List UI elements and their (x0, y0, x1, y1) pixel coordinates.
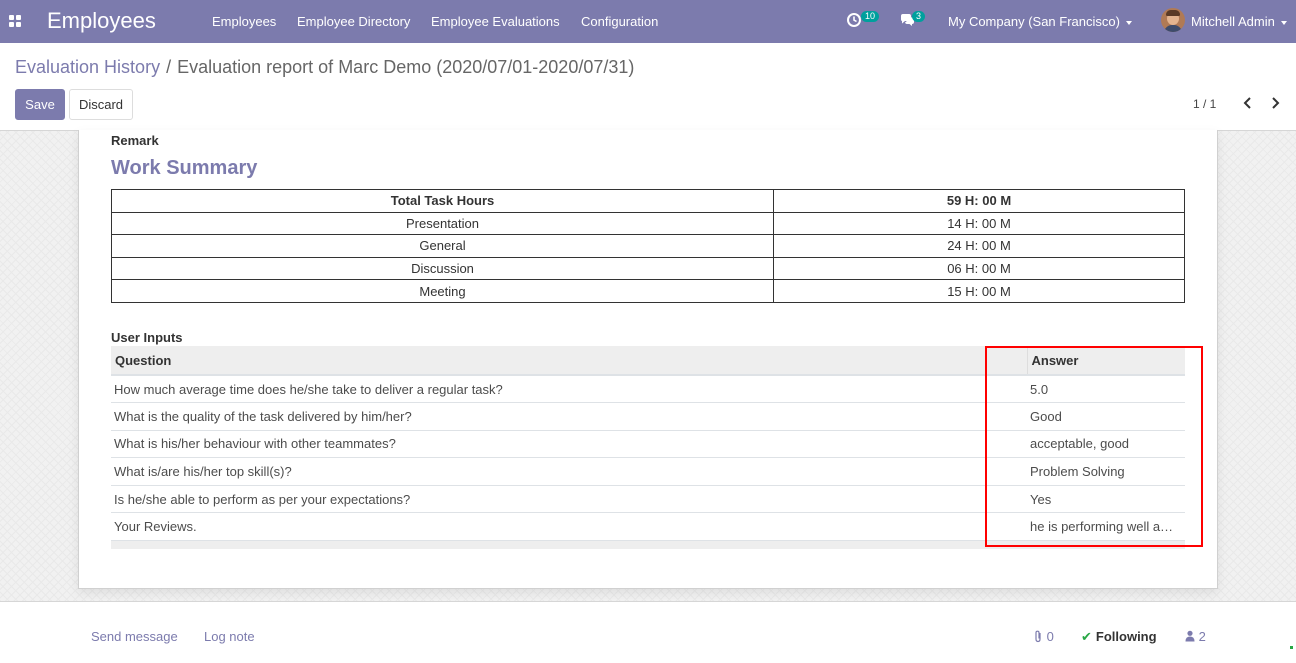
top-navbar: Employees Employees Employee Directory E… (0, 0, 1296, 43)
user-name: Mitchell Admin (1191, 14, 1275, 29)
table-row[interactable]: What is/are his/her top skill(s)? Proble… (111, 457, 1185, 486)
table-row[interactable]: What is his/her behaviour with other tea… (111, 429, 1185, 458)
log-note-link[interactable]: Log note (204, 629, 255, 644)
pager-previous-icon[interactable] (1242, 96, 1254, 110)
answer-cell: acceptable, good (1027, 429, 1185, 458)
user-inputs-label: User Inputs (111, 330, 183, 345)
work-summary-title: Work Summary (111, 157, 258, 179)
breadcrumb-parent-link[interactable]: Evaluation History (15, 57, 160, 77)
following-button[interactable]: ✔ Following (1081, 629, 1157, 645)
answer-cell: Yes (1027, 484, 1185, 513)
summary-value: 06 H: 00 M (773, 256, 1185, 281)
menu-employee-evaluations[interactable]: Employee Evaluations (431, 14, 560, 29)
user-menu[interactable]: Mitchell Admin (1191, 14, 1287, 29)
summary-value: 14 H: 00 M (773, 211, 1185, 236)
menu-employee-directory[interactable]: Employee Directory (297, 14, 410, 29)
save-button[interactable]: Save (15, 89, 65, 120)
table-header-row: Question Answer (111, 346, 1185, 376)
table-row[interactable]: What is the quality of the task delivere… (111, 402, 1185, 431)
menu-configuration[interactable]: Configuration (581, 14, 658, 29)
table-row[interactable]: How much average time does he/she take t… (111, 374, 1185, 403)
apps-menu-icon[interactable] (9, 15, 21, 27)
attachments-count: 0 (1046, 629, 1054, 644)
question-cell: What is his/her behaviour with other tea… (111, 429, 1027, 458)
question-cell: Is he/she able to perform as per your ex… (111, 484, 1027, 513)
column-header-answer[interactable]: Answer (1026, 346, 1185, 376)
user-icon (1185, 630, 1195, 642)
activity-count-badge: 10 (861, 11, 880, 22)
breadcrumb-current: Evaluation report of Marc Demo (2020/07/… (177, 57, 635, 77)
answer-cell: 5.0 (1027, 374, 1185, 403)
company-name: My Company (San Francisco) (948, 14, 1120, 29)
attachments-button[interactable]: 0 (1033, 629, 1054, 644)
status-dot (1290, 646, 1293, 649)
question-cell: How much average time does he/she take t… (111, 374, 1027, 403)
question-cell: What is the quality of the task delivere… (111, 402, 1027, 431)
question-cell: Your Reviews. (111, 512, 1027, 541)
summary-value: 59 H: 00 M (773, 189, 1185, 213)
pager-next-icon[interactable] (1269, 96, 1281, 110)
message-count-badge: 3 (912, 11, 926, 22)
activity-clock-icon[interactable] (846, 12, 862, 28)
summary-label: Presentation (111, 211, 774, 236)
chevron-down-icon (1125, 20, 1132, 25)
check-icon: ✔ (1081, 629, 1092, 644)
table-row: Presentation 14 H: 00 M (111, 211, 1185, 236)
chevron-down-icon (1280, 20, 1287, 25)
pager-value[interactable]: 1 / 1 (1193, 97, 1216, 111)
user-inputs-table: Question Answer How much average time do… (111, 346, 1185, 549)
table-row: Discussion 06 H: 00 M (111, 256, 1185, 281)
breadcrumb: Evaluation History / Evaluation report of … (15, 57, 634, 78)
app-title[interactable]: Employees (47, 8, 156, 34)
following-label: Following (1095, 629, 1157, 644)
answer-cell: Good (1027, 402, 1185, 431)
table-row[interactable]: Is he/she able to perform as per your ex… (111, 484, 1185, 513)
company-switcher[interactable]: My Company (San Francisco) (948, 14, 1132, 29)
table-footer-row (111, 540, 1185, 549)
user-avatar[interactable] (1161, 8, 1185, 32)
summary-label: Meeting (111, 279, 774, 303)
table-row: General 24 H: 00 M (111, 234, 1185, 258)
summary-value: 24 H: 00 M (773, 234, 1185, 258)
table-row: Total Task Hours 59 H: 00 M (111, 189, 1185, 213)
table-row[interactable]: Your Reviews. he is performing well a… (111, 512, 1185, 541)
summary-label: General (111, 234, 774, 258)
summary-label: Discussion (111, 256, 774, 281)
paperclip-icon (1035, 630, 1041, 643)
breadcrumb-separator: / (166, 57, 172, 77)
followers-count: 2 (1198, 629, 1206, 644)
summary-label: Total Task Hours (111, 189, 774, 213)
summary-value: 15 H: 00 M (773, 279, 1185, 303)
discard-button[interactable]: Discard (69, 89, 133, 120)
remark-label: Remark (111, 133, 159, 148)
followers-button[interactable]: 2 (1185, 629, 1206, 644)
menu-employees[interactable]: Employees (212, 14, 276, 29)
table-row: Meeting 15 H: 00 M (111, 279, 1185, 303)
answer-cell: he is performing well a… (1027, 512, 1185, 541)
column-header-question[interactable]: Question (111, 346, 1027, 376)
work-summary-table: Total Task Hours 59 H: 00 M Presentation… (111, 189, 1185, 303)
send-message-link[interactable]: Send message (91, 629, 178, 644)
question-cell: What is/are his/her top skill(s)? (111, 457, 1027, 486)
answer-cell: Problem Solving (1027, 457, 1185, 486)
